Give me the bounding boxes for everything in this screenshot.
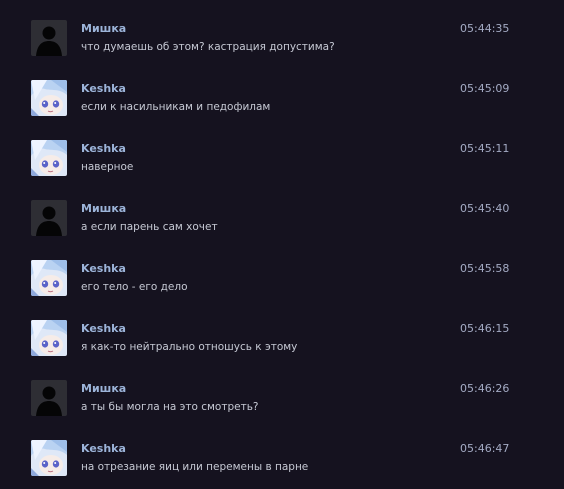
message-text: я как-то нейтрально отношусь к этому <box>81 341 298 353</box>
timestamp: 05:45:40 <box>460 202 510 215</box>
chat-log: Мишка что думаешь об этом? кастрация доп… <box>0 0 564 489</box>
author-name[interactable]: Keshka <box>81 262 126 275</box>
message-row: Keshka я как-то нейтрально отношусь к эт… <box>0 320 564 380</box>
silhouette-icon[interactable] <box>31 20 67 56</box>
message-row: Keshka наверное 05:45:11 <box>0 140 564 200</box>
author-name[interactable]: Keshka <box>81 442 126 455</box>
anime-girl-avatar[interactable] <box>31 80 67 116</box>
anime-girl-avatar[interactable] <box>31 140 67 176</box>
silhouette-icon[interactable] <box>31 200 67 236</box>
timestamp: 05:46:47 <box>460 442 510 455</box>
message-text: что думаешь об этом? кастрация допустима… <box>81 41 335 53</box>
author-name[interactable]: Keshka <box>81 322 126 335</box>
message-text: его тело - его дело <box>81 281 188 293</box>
timestamp: 05:45:58 <box>460 262 510 275</box>
silhouette-icon[interactable] <box>31 380 67 416</box>
message-row: Мишка а ты бы могла на это смотреть? 05:… <box>0 380 564 440</box>
author-name[interactable]: Keshka <box>81 142 126 155</box>
message-row: Keshka на отрезание яиц или перемены в п… <box>0 440 564 489</box>
message-row: Мишка что думаешь об этом? кастрация доп… <box>0 20 564 80</box>
message-text: на отрезание яиц или перемены в парне <box>81 461 309 473</box>
anime-girl-avatar[interactable] <box>31 440 67 476</box>
message-row: Мишка а если парень сам хочет 05:45:40 <box>0 200 564 260</box>
message-row: Keshka его тело - его дело 05:45:58 <box>0 260 564 320</box>
message-text: наверное <box>81 161 134 173</box>
author-name[interactable]: Мишка <box>81 382 126 395</box>
anime-girl-avatar[interactable] <box>31 320 67 356</box>
author-name[interactable]: Мишка <box>81 202 126 215</box>
author-name[interactable]: Мишка <box>81 22 126 35</box>
timestamp: 05:46:15 <box>460 322 510 335</box>
timestamp: 05:45:11 <box>460 142 510 155</box>
timestamp: 05:44:35 <box>460 22 510 35</box>
author-name[interactable]: Keshka <box>81 82 126 95</box>
anime-girl-avatar[interactable] <box>31 260 67 296</box>
timestamp: 05:45:09 <box>460 82 510 95</box>
message-text: а если парень сам хочет <box>81 221 218 233</box>
message-text: если к насильникам и педофилам <box>81 101 271 113</box>
timestamp: 05:46:26 <box>460 382 510 395</box>
message-row: Keshka если к насильникам и педофилам 05… <box>0 80 564 140</box>
message-text: а ты бы могла на это смотреть? <box>81 401 259 413</box>
